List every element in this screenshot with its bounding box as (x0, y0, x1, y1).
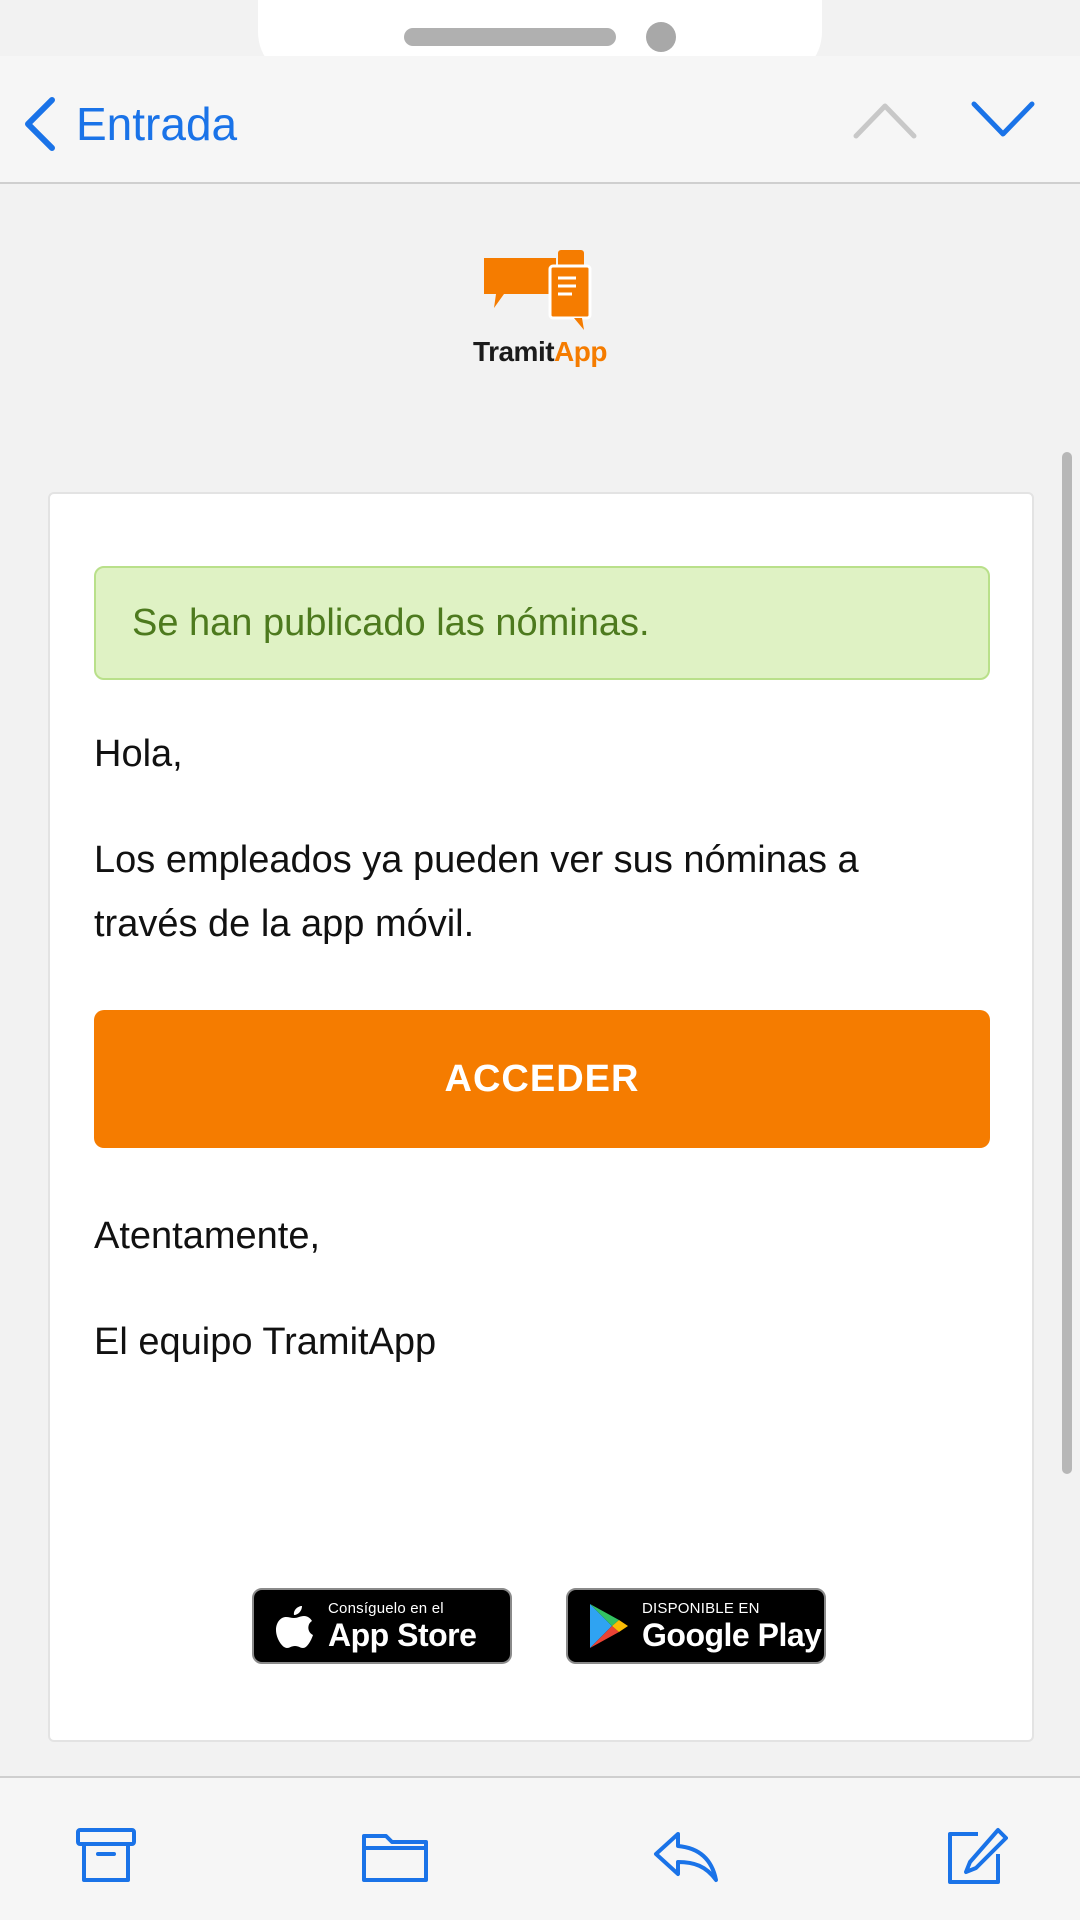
front-camera (646, 22, 676, 52)
compose-button[interactable] (944, 1826, 1008, 1886)
google-play-badge[interactable]: DISPONIBLE EN Google Play (566, 1588, 826, 1664)
google-play-caption: DISPONIBLE EN (642, 1600, 760, 1617)
logo-wordmark: TramitApp (473, 336, 607, 368)
greeting-text: Hola, (94, 733, 183, 775)
tramitapp-logo-icon (484, 250, 592, 330)
speaker-grille (404, 28, 616, 46)
team-signature-text: El equipo TramitApp (94, 1321, 437, 1363)
back-to-inbox-button[interactable]: Entrada (22, 94, 237, 154)
logo-word-tramit: Tramit (473, 336, 555, 367)
next-message-button[interactable] (970, 98, 1036, 142)
mail-toolbar (0, 1776, 1080, 1920)
chevron-up-icon (853, 103, 917, 139)
archive-button[interactable] (74, 1826, 138, 1886)
chevron-down-icon (971, 101, 1035, 137)
previous-message-button[interactable] (852, 98, 918, 142)
logo-word-app: App (554, 336, 607, 367)
reply-button[interactable] (650, 1826, 720, 1886)
acceder-button[interactable]: ACCEDER (94, 1010, 990, 1148)
compose-icon (948, 1828, 1008, 1884)
app-store-badge[interactable]: Consíguelo en el App Store (252, 1588, 512, 1664)
email-body-card: Se han publicado las nóminas. Hola, Los … (48, 492, 1034, 1742)
folder-icon (362, 1834, 428, 1882)
tramitapp-logo: TramitApp (470, 246, 610, 374)
signoff-text: Atentamente, (94, 1215, 321, 1257)
chevron-left-icon (25, 97, 55, 151)
move-to-folder-button[interactable] (360, 1826, 430, 1886)
scrollbar-thumb[interactable] (1062, 452, 1072, 1474)
google-play-name: Google Play (642, 1617, 822, 1653)
mail-navigation-bar: Entrada (0, 56, 1080, 184)
app-store-name: App Store (328, 1617, 477, 1653)
google-play-logo-icon (590, 1604, 628, 1648)
back-button-label: Entrada (76, 98, 238, 150)
apple-logo-icon (276, 1606, 313, 1648)
archive-icon (76, 1828, 136, 1882)
notification-banner: Se han publicado las nóminas. (94, 566, 990, 680)
message-body-text: Los empleados ya pueden ver sus nóminas … (94, 839, 859, 945)
reply-icon (654, 1832, 718, 1882)
app-store-caption: Consíguelo en el (328, 1600, 444, 1617)
